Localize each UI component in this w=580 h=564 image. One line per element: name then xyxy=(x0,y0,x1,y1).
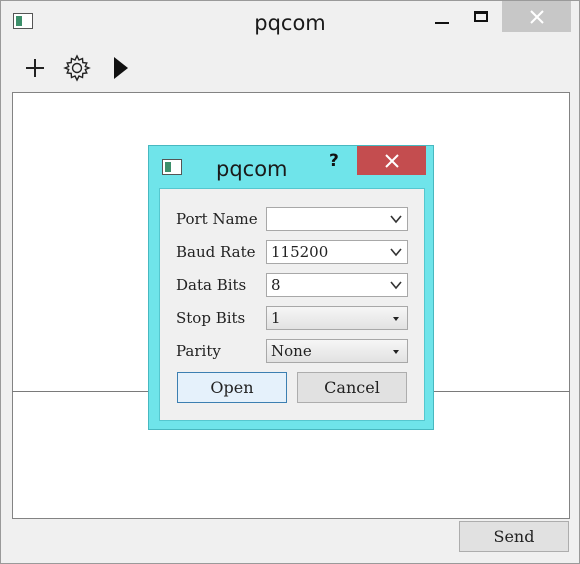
port-name-select[interactable] xyxy=(266,207,408,231)
baud-rate-label: Baud Rate xyxy=(176,243,256,261)
dialog-app-icon xyxy=(162,159,182,175)
gear-icon xyxy=(63,54,91,82)
plus-icon xyxy=(26,59,44,77)
parity-select[interactable]: None xyxy=(266,339,408,363)
maximize-button[interactable] xyxy=(461,1,501,32)
cancel-button[interactable]: Cancel xyxy=(297,372,407,403)
run-button[interactable] xyxy=(105,52,137,84)
baud-rate-row: Baud Rate 115200 xyxy=(160,240,426,264)
caret-down-icon xyxy=(393,317,399,321)
send-button[interactable]: Send xyxy=(459,521,569,552)
baud-rate-select[interactable]: 115200 xyxy=(266,240,408,264)
data-bits-row: Data Bits 8 xyxy=(160,273,426,297)
setup-dialog: pqcom ? Port Name Baud Rate 115200 Data … xyxy=(148,145,434,430)
parity-value: None xyxy=(271,342,312,360)
settings-button[interactable] xyxy=(61,52,93,84)
stop-bits-label: Stop Bits xyxy=(176,309,246,327)
dialog-body: Port Name Baud Rate 115200 Data Bits 8 S… xyxy=(159,188,425,421)
port-name-label: Port Name xyxy=(176,210,258,228)
stop-bits-row: Stop Bits 1 xyxy=(160,306,426,330)
close-icon xyxy=(384,153,399,168)
data-bits-label: Data Bits xyxy=(176,276,247,294)
dialog-close-button[interactable] xyxy=(357,146,426,175)
data-bits-select[interactable]: 8 xyxy=(266,273,408,297)
stop-bits-select[interactable]: 1 xyxy=(266,306,408,330)
baud-rate-value: 115200 xyxy=(271,243,329,261)
caret-down-icon xyxy=(393,350,399,354)
stop-bits-value: 1 xyxy=(271,309,281,327)
close-icon xyxy=(529,9,544,24)
port-name-row: Port Name xyxy=(160,207,426,231)
play-icon xyxy=(114,57,128,79)
minimize-icon xyxy=(435,21,449,24)
parity-row: Parity None xyxy=(160,339,426,363)
toolbar xyxy=(1,45,579,91)
dialog-title: pqcom xyxy=(216,157,288,181)
maximize-icon xyxy=(474,11,488,22)
add-button[interactable] xyxy=(19,52,51,84)
minimize-button[interactable] xyxy=(423,1,461,32)
chevron-down-icon xyxy=(390,248,402,257)
open-button[interactable]: Open xyxy=(177,372,287,403)
chevron-down-icon xyxy=(390,215,402,224)
data-bits-value: 8 xyxy=(271,276,281,294)
parity-label: Parity xyxy=(176,342,221,360)
close-button[interactable] xyxy=(502,1,571,32)
chevron-down-icon xyxy=(390,281,402,290)
help-button[interactable]: ? xyxy=(329,151,339,171)
title-bar[interactable]: pqcom xyxy=(1,1,579,45)
